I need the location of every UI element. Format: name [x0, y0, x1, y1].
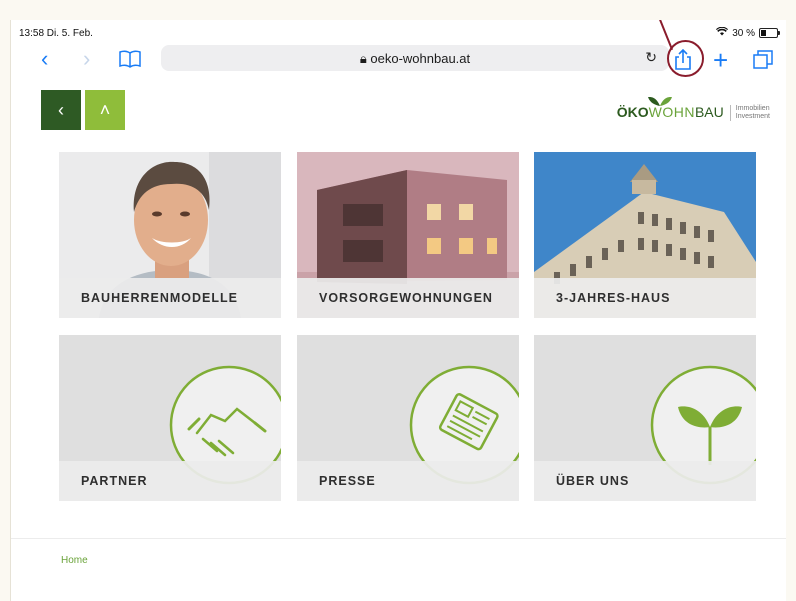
- forward-icon[interactable]: ›: [83, 46, 90, 72]
- address-bar[interactable]: 🔒︎ oeko-wohnbau.at ↻: [161, 45, 669, 71]
- back-icon[interactable]: ‹: [41, 46, 48, 72]
- battery-percent: 30 %: [732, 27, 755, 39]
- bookmarks-icon[interactable]: [119, 46, 141, 72]
- status-right: 30 %: [716, 26, 780, 39]
- new-tab-icon[interactable]: +: [713, 45, 728, 75]
- tabs-icon[interactable]: [753, 47, 773, 73]
- tile-presse[interactable]: PRESSE: [297, 335, 519, 501]
- logo-wordmark: ÖKOWOHNBAU: [617, 96, 724, 122]
- tile-label: VORSORGEWOHNUNGEN: [297, 278, 519, 318]
- tile-vorsorgewohnungen[interactable]: VORSORGEWOHNUNGEN: [297, 152, 519, 318]
- breadcrumb: Home: [11, 538, 786, 599]
- tile-partner[interactable]: PARTNER: [59, 335, 281, 501]
- wifi-icon: [716, 26, 729, 39]
- tile-3-jahres-haus[interactable]: 3-JAHRES-HAUS: [534, 152, 756, 318]
- tile-label: BAUHERRENMODELLE: [59, 278, 281, 318]
- breadcrumb-home-link[interactable]: Home: [61, 555, 88, 566]
- annotation-circle: [667, 40, 704, 77]
- tile-label: PRESSE: [297, 461, 519, 501]
- tile-bauherrenmodelle[interactable]: BAUHERRENMODELLE: [59, 152, 281, 318]
- battery-icon: [759, 28, 780, 38]
- tile-label: PARTNER: [59, 461, 281, 501]
- back-button[interactable]: ‹: [41, 90, 81, 130]
- tile-ueber-uns[interactable]: ÜBER UNS: [534, 335, 756, 501]
- status-time: 13:58 Di. 5. Feb.: [19, 28, 93, 39]
- reload-icon[interactable]: ↻: [645, 49, 657, 66]
- lock-icon: 🔒︎: [359, 51, 367, 66]
- status-bar: 13:58 Di. 5. Feb. 30 %: [11, 20, 786, 42]
- tile-label: 3-JAHRES-HAUS: [534, 278, 756, 318]
- site-logo[interactable]: ÖKOWOHNBAU Immobilien Investment: [617, 96, 770, 128]
- tile-label: ÜBER UNS: [534, 461, 756, 501]
- logo-subtitle: Immobilien Investment: [729, 105, 770, 121]
- url-text[interactable]: 🔒︎ oeko-wohnbau.at: [161, 51, 669, 67]
- leaf-icon: [647, 96, 672, 106]
- up-button[interactable]: ˄: [85, 90, 125, 130]
- ipad-screen: 13:58 Di. 5. Feb. 30 % ‹ › 🔒︎ oeko-wohnb…: [10, 20, 786, 601]
